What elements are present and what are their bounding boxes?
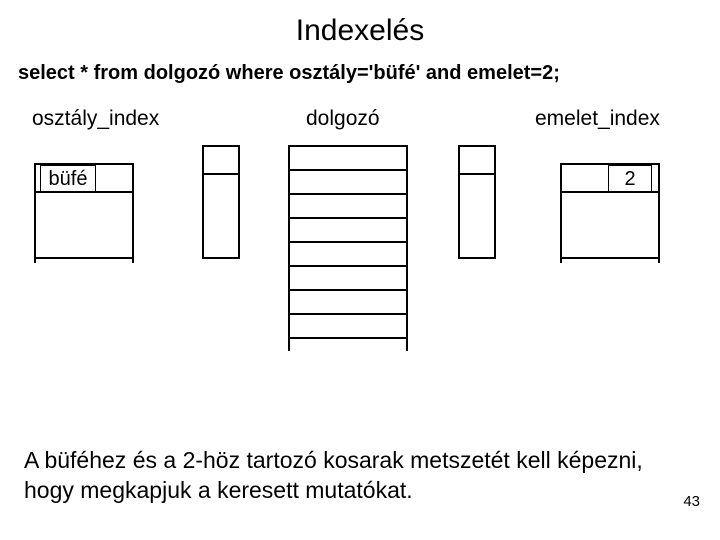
horizontal-line [288, 289, 408, 291]
horizontal-line [288, 217, 408, 219]
horizontal-line [560, 163, 660, 165]
horizontal-line [560, 191, 660, 193]
horizontal-line [34, 191, 134, 193]
horizontal-line [288, 337, 408, 339]
vertical-line [288, 145, 290, 351]
horizontal-line [288, 145, 408, 147]
vertical-line [34, 163, 36, 263]
horizontal-line [202, 145, 240, 147]
horizontal-line [202, 173, 240, 175]
horizontal-line [560, 257, 660, 259]
page-title: Indexelés [0, 0, 720, 48]
horizontal-line [34, 257, 134, 259]
horizontal-line [288, 265, 408, 267]
page-number: 43 [683, 493, 700, 510]
horizontal-line [458, 173, 496, 175]
label-right-index: emelet_index [535, 107, 660, 131]
horizontal-line [288, 193, 408, 195]
column-labels: osztály_index dolgozó emelet_index [0, 107, 720, 135]
left-index-key-box: büfé [40, 165, 96, 193]
vertical-line [658, 163, 660, 263]
vertical-line [494, 145, 496, 259]
horizontal-line [458, 145, 496, 147]
horizontal-line [34, 163, 134, 165]
vertical-line [238, 145, 240, 259]
horizontal-line [288, 241, 408, 243]
vertical-line [132, 163, 134, 263]
vertical-line [406, 145, 408, 351]
vertical-line [560, 163, 562, 263]
vertical-line [202, 145, 204, 259]
horizontal-line [288, 169, 408, 171]
index-diagram: büfé 2 [0, 139, 720, 369]
horizontal-line [288, 313, 408, 315]
horizontal-line [458, 257, 496, 259]
horizontal-line [202, 257, 240, 259]
explanation-text: A büféhez és a 2-höz tartozó kosarak met… [24, 446, 680, 506]
label-left-index: osztály_index [32, 107, 159, 131]
label-center-table: dolgozó [306, 107, 380, 131]
right-index-key-box: 2 [608, 165, 652, 193]
vertical-line [458, 145, 460, 259]
sql-query: select * from dolgozó where osztály='büf… [0, 48, 720, 85]
